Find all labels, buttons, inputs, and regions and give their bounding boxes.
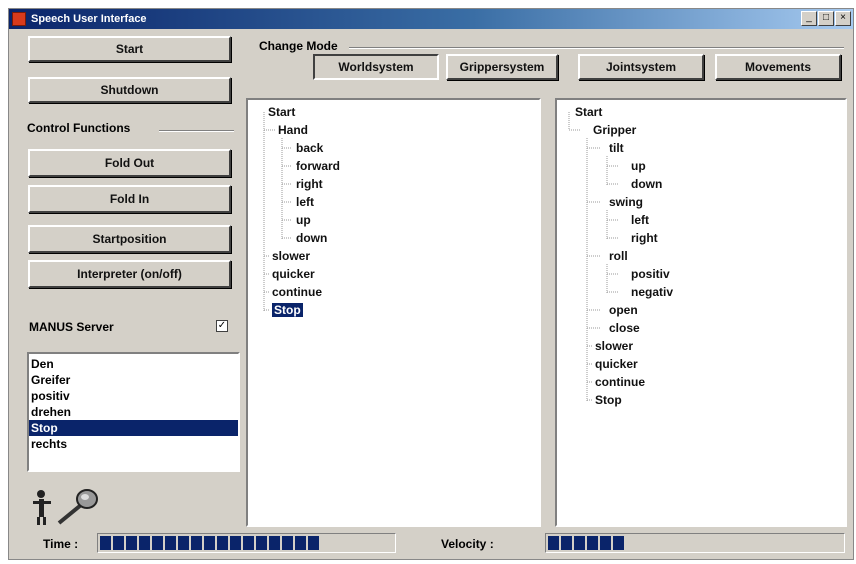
tree-node-right[interactable]: right — [296, 175, 323, 193]
tree-node-stop[interactable]: Stop — [595, 391, 622, 409]
control-functions-label: Control Functions — [27, 121, 131, 135]
tree-node-left[interactable]: left — [296, 193, 314, 211]
velocity-label: Velocity : — [441, 537, 494, 551]
tree-node-close[interactable]: close — [609, 319, 640, 337]
maximize-button[interactable]: □ — [818, 11, 834, 26]
progress-segment — [587, 536, 598, 550]
grippersystem-command-tree[interactable]: Start Gripper tilt up down swing left ri… — [555, 98, 847, 527]
tree-node-stop-label: Stop — [272, 303, 303, 317]
startposition-button[interactable]: Startposition — [28, 225, 231, 253]
fold-in-button[interactable]: Fold In — [28, 185, 231, 213]
tree-node-slower[interactable]: slower — [272, 247, 310, 265]
shutdown-button[interactable]: Shutdown — [28, 77, 231, 103]
tree-node-roll-negativ[interactable]: negativ — [631, 283, 673, 301]
progress-segment — [204, 536, 215, 550]
control-functions-divider — [159, 130, 234, 131]
time-progress-bar — [97, 533, 396, 553]
tab-worldsystem[interactable]: Worldsystem — [313, 54, 439, 80]
tree-node-start[interactable]: Start — [268, 103, 295, 121]
progress-segment — [165, 536, 176, 550]
tree-node-tilt-up[interactable]: up — [631, 157, 646, 175]
tab-jointsystem[interactable]: Jointsystem — [578, 54, 704, 80]
list-item[interactable]: Greifer — [29, 372, 238, 388]
tab-movements[interactable]: Movements — [715, 54, 841, 80]
tree-node-gripper[interactable]: Gripper — [593, 121, 636, 139]
progress-segment — [230, 536, 241, 550]
tree-node-slower[interactable]: slower — [595, 337, 633, 355]
progress-segment — [308, 536, 319, 550]
minimize-button[interactable]: _ — [801, 11, 817, 26]
tree-node-swing[interactable]: swing — [609, 193, 643, 211]
tree-node-up[interactable]: up — [296, 211, 311, 229]
progress-segment — [613, 536, 624, 550]
velocity-progress-bar — [545, 533, 845, 553]
tree-node-tilt[interactable]: tilt — [609, 139, 624, 157]
recognized-words-list[interactable]: Den Greifer positiv drehen Stop rechts — [27, 352, 240, 472]
tree-node-tilt-down[interactable]: down — [631, 175, 662, 193]
progress-segment — [600, 536, 611, 550]
interpreter-toggle-button[interactable]: Interpreter (on/off) — [28, 260, 231, 288]
tree-node-open[interactable]: open — [609, 301, 638, 319]
progress-segment — [178, 536, 189, 550]
progress-segment — [100, 536, 111, 550]
tree-node-continue[interactable]: continue — [595, 373, 645, 391]
person-with-microphone-icon — [31, 485, 109, 529]
tree-node-start[interactable]: Start — [575, 103, 602, 121]
tree-node-forward[interactable]: forward — [296, 157, 340, 175]
tree-node-continue[interactable]: continue — [272, 283, 322, 301]
tree-node-down[interactable]: down — [296, 229, 327, 247]
tree-node-quicker[interactable]: quicker — [595, 355, 638, 373]
tree-node-quicker[interactable]: quicker — [272, 265, 315, 283]
time-label: Time : — [43, 537, 79, 551]
progress-segment — [295, 536, 306, 550]
tree-node-swing-right[interactable]: right — [631, 229, 658, 247]
tree-node-hand[interactable]: Hand — [278, 121, 308, 139]
window-title: Speech User Interface — [31, 13, 147, 25]
app-icon — [12, 12, 26, 26]
manus-server-checkbox[interactable]: ✓ — [216, 320, 228, 332]
list-item[interactable]: positiv — [29, 388, 238, 404]
progress-segment — [256, 536, 267, 550]
manus-server-label: MANUS Server — [29, 320, 114, 334]
progress-segment — [126, 536, 137, 550]
progress-segment — [269, 536, 280, 550]
list-item[interactable]: Den — [29, 356, 238, 372]
progress-segment — [282, 536, 293, 550]
start-button[interactable]: Start — [28, 36, 231, 62]
tree-connectors — [568, 112, 619, 402]
list-item[interactable]: rechts — [29, 436, 238, 452]
list-item[interactable]: drehen — [29, 404, 238, 420]
fold-out-button[interactable]: Fold Out — [28, 149, 231, 177]
progress-segment — [113, 536, 124, 550]
progress-segment — [152, 536, 163, 550]
progress-segment — [561, 536, 572, 550]
tree-node-back[interactable]: back — [296, 139, 323, 157]
main-window: Speech User Interface _ □ × Start Shutdo… — [8, 8, 854, 560]
progress-segment — [139, 536, 150, 550]
progress-segment — [191, 536, 202, 550]
worldsystem-command-tree[interactable]: Start Hand back forward right left up do… — [246, 98, 541, 527]
time-progress-fill — [100, 536, 319, 550]
change-mode-divider — [349, 47, 844, 48]
progress-segment — [217, 536, 228, 550]
velocity-progress-fill — [548, 536, 624, 550]
title-bar[interactable]: Speech User Interface _ □ × — [9, 9, 853, 29]
tree-node-roll-positiv[interactable]: positiv — [631, 265, 670, 283]
progress-segment — [574, 536, 585, 550]
tree-node-swing-left[interactable]: left — [631, 211, 649, 229]
list-item-selected[interactable]: Stop — [29, 420, 238, 436]
tree-node-stop-selected[interactable]: Stop — [272, 301, 303, 319]
close-button[interactable]: × — [835, 11, 851, 26]
tab-grippersystem[interactable]: Grippersystem — [446, 54, 558, 80]
progress-segment — [548, 536, 559, 550]
progress-segment — [243, 536, 254, 550]
change-mode-label: Change Mode — [259, 39, 338, 53]
tree-node-roll[interactable]: roll — [609, 247, 628, 265]
